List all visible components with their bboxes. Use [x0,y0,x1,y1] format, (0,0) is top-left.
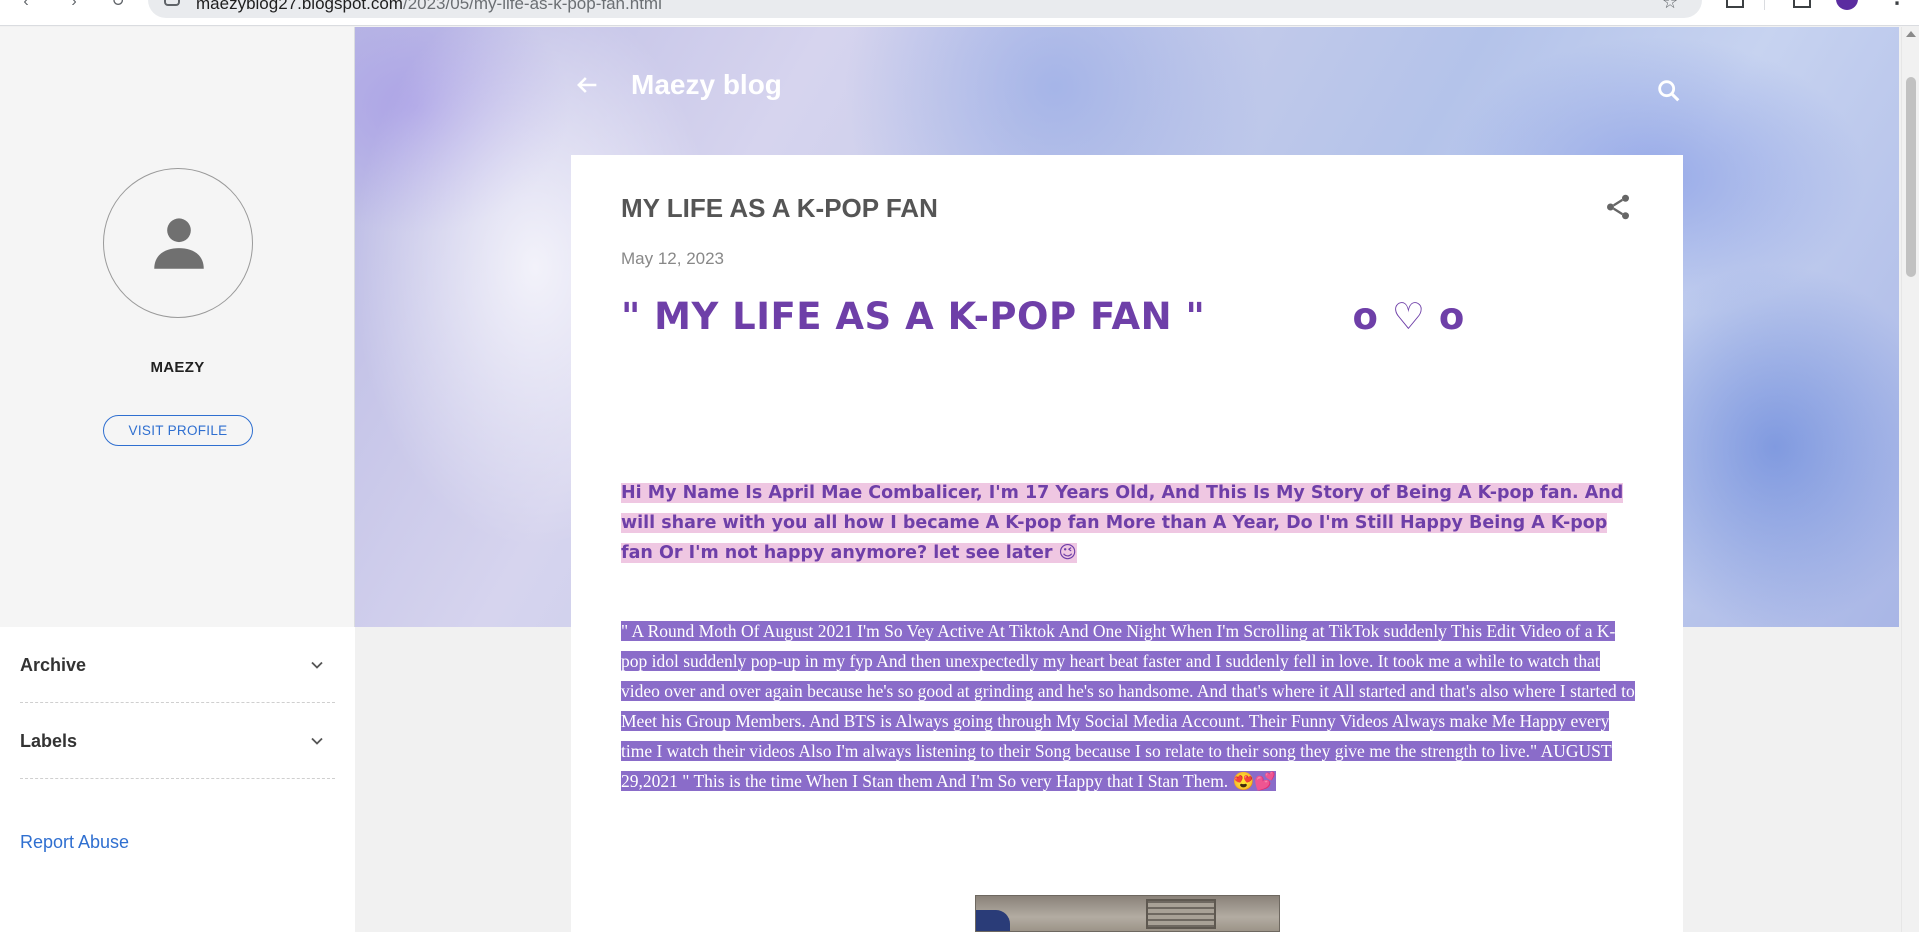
bookmark-star-icon[interactable]: ☆ [1662,0,1678,13]
url-text[interactable]: maezyblog27.blogspot.com/2023/05/my-life… [196,0,662,14]
post-image[interactable] [975,895,1280,932]
post-intro-paragraph: Hi My Name Is April Mae Combalicer, I'm … [621,478,1631,568]
browser-menu-icon[interactable]: ⋮ [1888,0,1906,9]
page-scrollbar[interactable] [1901,27,1919,932]
scroll-up-arrow-icon[interactable] [1906,31,1916,37]
post-story-paragraph: " A Round Moth Of August 2021 I'm So Vey… [621,616,1641,796]
person-icon [154,218,204,269]
post-date: May 12, 2023 [621,249,725,268]
sidebar: MAEZY VISIT PROFILE Archive Labels Repor… [0,27,355,932]
blog-title[interactable]: Maezy blog [631,69,782,101]
labels-label: Labels [20,731,78,751]
back-nav-icon[interactable]: ‹ [16,0,36,14]
sidebar-widgets: Archive Labels Report Abuse [0,627,355,932]
intro-text: Hi My Name Is April Mae Combalicer, I'm … [621,483,1624,563]
chevron-down-icon[interactable] [307,655,327,675]
downloads-icon[interactable] [1793,0,1811,8]
back-arrow-icon[interactable] [573,71,601,99]
browser-toolbar: ‹ › ↻ maezyblog27.blogspot.com/2023/05/m… [0,0,1919,26]
story-text: " A Round Moth Of August 2021 I'm So Vey… [621,621,1635,791]
labels-widget[interactable]: Labels [20,703,335,779]
image-shape [976,910,1010,931]
profile-section: MAEZY VISIT PROFILE [0,27,355,627]
extension-icon[interactable] [1726,0,1744,8]
chevron-down-icon[interactable] [307,731,327,751]
scrollbar-thumb[interactable] [1906,77,1916,277]
post-title: MY LIFE AS A K-POP FAN [621,193,938,223]
share-icon[interactable] [1603,192,1633,222]
url-path: /2023/05/my-life-as-k-pop-fan.html [402,0,662,13]
image-shape [1146,899,1216,929]
search-icon[interactable] [1655,77,1683,105]
visit-profile-button[interactable]: VISIT PROFILE [103,415,253,446]
forward-nav-icon[interactable]: › [64,0,84,14]
post-card: MY LIFE AS A K-POP FAN May 12, 2023 " MY… [571,155,1683,932]
profile-avatar[interactable] [103,168,253,318]
profile-name: MAEZY [150,359,205,376]
reload-icon[interactable]: ↻ [108,0,128,14]
archive-widget[interactable]: Archive [20,627,335,703]
site-info-icon[interactable] [164,0,180,6]
url-host: maezyblog27.blogspot.com [196,0,403,13]
post-headline: " MY LIFE AS A K-POP FAN " o ♡ o [621,295,1465,338]
archive-label: Archive [20,655,87,675]
toolbar-divider [1764,0,1765,10]
browser-profile-avatar[interactable] [1836,0,1858,10]
report-abuse-link[interactable]: Report Abuse [20,832,129,853]
